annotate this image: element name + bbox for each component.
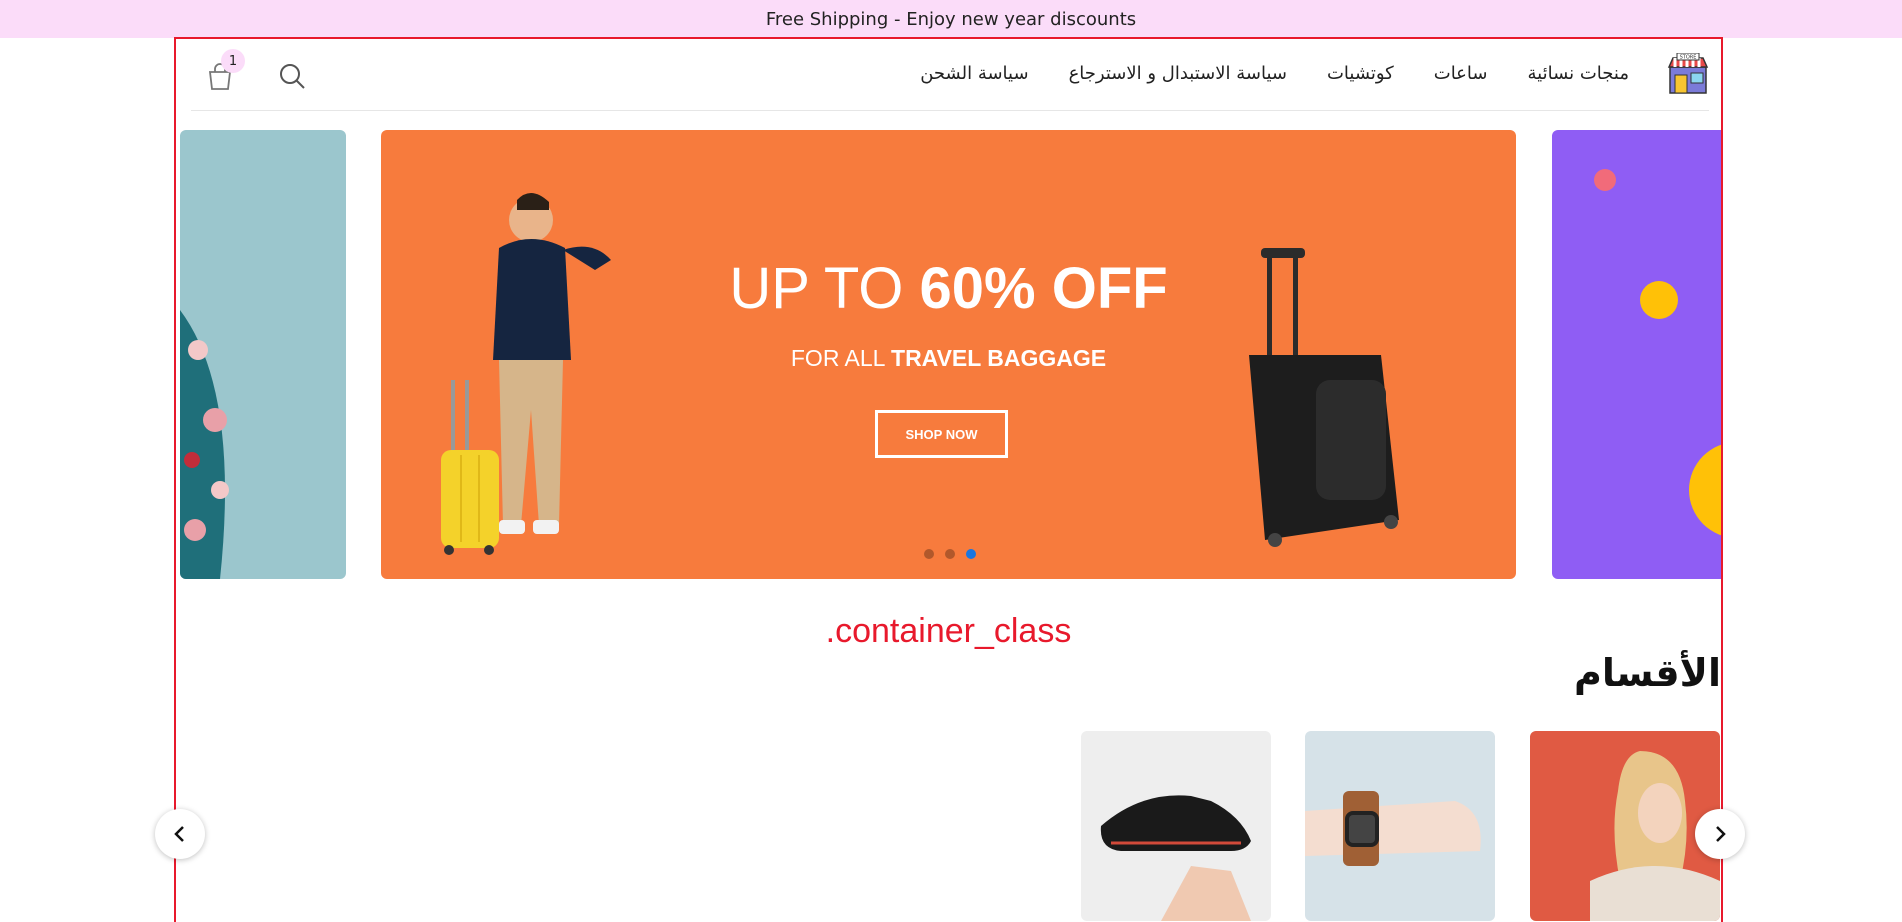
container-class-label: .container_class: [825, 612, 1072, 650]
carousel-slide-active[interactable]: UP TO 60% OFF FOR ALL TRAVEL BAGGAGE SHO…: [381, 130, 1516, 579]
chevron-right-icon: [1716, 826, 1726, 842]
announcement-bar: Free Shipping - Enjoy new year discounts: [0, 0, 1902, 38]
cart-count-badge: 1: [221, 49, 245, 73]
carousel-dot-3[interactable]: [966, 549, 976, 559]
carousel-dots: [924, 549, 976, 559]
chevron-left-icon: [174, 826, 184, 842]
carousel-slide-next[interactable]: [1552, 130, 1721, 579]
container-frame: STORE منجات نسائية ساعات كوتشيات سياسة ا…: [174, 37, 1723, 922]
carousel-dot-2[interactable]: [945, 549, 955, 559]
wrist-watch-image: [1305, 791, 1481, 866]
carousel-next-button[interactable]: [1695, 809, 1745, 859]
sneaker-image: [1100, 795, 1251, 921]
purple-shapes-image: [1594, 169, 1721, 536]
nav-women-products[interactable]: منجات نسائية: [1528, 63, 1630, 84]
carousel-slide-prev[interactable]: [180, 130, 346, 579]
shop-now-button[interactable]: SHOP NOW: [875, 410, 1008, 458]
carousel-dot-1[interactable]: [924, 549, 934, 559]
announcement-text: Free Shipping - Enjoy new year discounts: [765, 8, 1137, 30]
nav-sneakers[interactable]: كوتشيات: [1327, 63, 1394, 84]
main-nav: منجات نسائية ساعات كوتشيات سياسة الاستبد…: [920, 63, 1629, 84]
nav-watches[interactable]: ساعات: [1434, 63, 1488, 84]
floral-bag-image: [180, 310, 229, 579]
search-icon[interactable]: [277, 61, 307, 91]
nav-shipping-policy[interactable]: سياسة الشحن: [920, 63, 1028, 84]
woman-portrait-image: [1590, 751, 1720, 921]
nav-return-policy[interactable]: سياسة الاستبدال و الاسترجاع: [1069, 63, 1287, 84]
site-header: STORE منجات نسائية ساعات كوتشيات سياسة ا…: [191, 39, 1709, 111]
category-card-sneakers[interactable]: [1081, 731, 1271, 921]
carousel-prev-button[interactable]: [155, 809, 205, 859]
store-logo-icon[interactable]: STORE: [1667, 53, 1709, 95]
hero-subtitle: FOR ALL TRAVEL BAGGAGE: [790, 345, 1107, 371]
hero-title: UP TO 60% OFF: [729, 256, 1168, 321]
svg-text:STORE: STORE: [1680, 55, 1697, 61]
category-card-watches[interactable]: [1305, 731, 1495, 921]
categories-title: الأقسام: [1574, 651, 1721, 695]
category-card-women[interactable]: [1530, 731, 1720, 921]
